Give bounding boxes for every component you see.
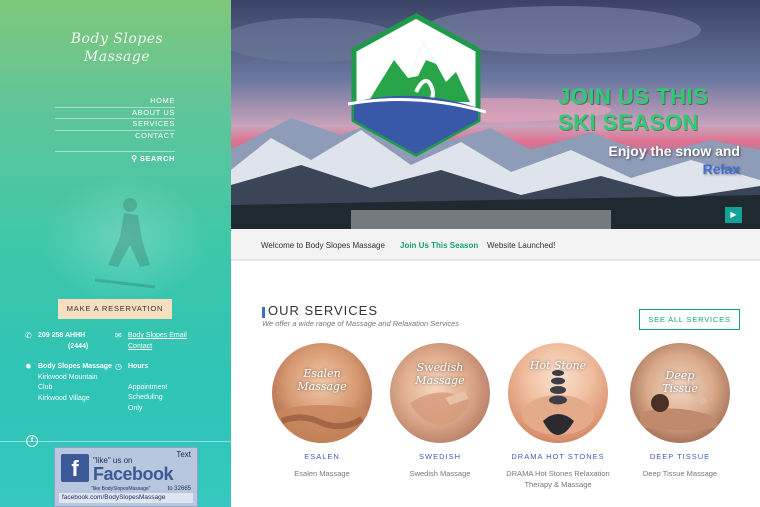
image-label-2: Massage xyxy=(297,380,347,393)
email-line-2: Contact xyxy=(128,342,153,350)
make-reservation-button[interactable]: MAKE A RESERVATION xyxy=(58,299,172,319)
image-label-1: Swedish xyxy=(416,361,464,374)
subheadline-relax: Relax xyxy=(702,161,740,177)
brand-logo[interactable]: Body Slopes Massage xyxy=(62,30,172,66)
hero-headline: JOIN US THIS SKI SEASON xyxy=(558,84,738,136)
hero-banner: JOIN US THIS SKI SEASON Enjoy the snow a… xyxy=(231,0,760,229)
mountain-hexagon-logo[interactable] xyxy=(346,12,486,157)
email-icon: ✉ xyxy=(115,331,122,340)
location-pin-icon: ✹ xyxy=(25,362,32,371)
service-description-line-2: Therapy & Massage xyxy=(524,479,592,489)
address-block: Body Slopes Massage Kirkwood Mountain Cl… xyxy=(38,362,112,404)
image-label-1: Hot Stone xyxy=(529,359,587,372)
service-card-esalen[interactable]: Esalen Massage ESALEN Esalen Massage xyxy=(270,343,374,480)
phone-ext: (2444) xyxy=(68,342,89,350)
news-ticker: Welcome to Body Slopes Massage Join Us T… xyxy=(231,229,760,261)
slider-play-button[interactable]: ▶ xyxy=(725,207,742,223)
service-card-hot-stones[interactable]: Hot Stone DRAMA HOT STONES DRAMA Hot Sto… xyxy=(506,343,610,490)
services-subtitle: We offer a wide range of Massage and Rel… xyxy=(262,319,460,328)
skier-silhouette xyxy=(94,198,156,289)
logo-line-2: Massage xyxy=(83,49,151,65)
fb-text-tag: Text xyxy=(176,450,191,459)
headline-line-1: JOIN US THIS xyxy=(558,84,709,109)
fb-url: facebook.com/BodySlopesMassage xyxy=(59,493,193,503)
address-line-3: Club xyxy=(38,384,53,391)
service-card-deep-tissue[interactable]: Deep Tissue DEEP TISSUE Deep Tissue Mass… xyxy=(628,343,732,480)
service-image-deep-tissue[interactable]: Deep Tissue xyxy=(630,343,730,443)
clock-icon: ◷ xyxy=(115,362,122,371)
service-description-line-1: Swedish Massage xyxy=(409,469,471,478)
service-image-esalen[interactable]: Esalen Massage xyxy=(272,343,372,443)
nav-home-link[interactable]: HOME xyxy=(55,96,175,107)
facebook-icon[interactable]: f xyxy=(26,435,38,447)
hours-line-1: Appointment xyxy=(128,383,168,391)
section-accent-bar xyxy=(262,307,265,318)
image-label-1: Deep xyxy=(665,369,695,382)
main-nav: HOME ABOUT US SERVICES CONTACT xyxy=(55,96,175,141)
hours-line-2: Scheduling xyxy=(128,394,163,401)
search-icon: ⚲ xyxy=(131,154,138,163)
hours-block: Hours Appointment Scheduling Only xyxy=(128,362,167,414)
hero-subheadline: Enjoy the snow and Relax xyxy=(609,142,740,178)
image-label-2: Tissue xyxy=(662,382,698,395)
fb-tagline: "like BodySlopesMassage" xyxy=(91,486,151,492)
ticker-item-website-launched[interactable]: Website Launched! xyxy=(487,241,555,250)
play-icon: ▶ xyxy=(730,210,737,219)
logo-line-1: Body Slopes xyxy=(70,31,164,47)
address-line-1: Body Slopes Massage xyxy=(38,363,112,370)
facebook-text-badge[interactable]: f Text "like" us on Facebook "like BodyS… xyxy=(54,447,198,507)
email-contact-link[interactable]: Body Slopes Email Contact xyxy=(128,331,187,352)
nav-search-button[interactable]: ⚲ SEARCH xyxy=(55,151,175,163)
service-name[interactable]: DRAMA HOT STONES xyxy=(506,452,610,461)
sidebar: Body Slopes Massage HOME ABOUT US SERVIC… xyxy=(0,0,231,507)
hours-line-3: Only xyxy=(128,404,143,412)
service-card-swedish[interactable]: Swedish Massage SWEDISH Swedish Massage xyxy=(388,343,492,480)
nav-services-link[interactable]: SERVICES xyxy=(55,118,175,130)
ticker-item-join-us[interactable]: Join Us This Season xyxy=(400,241,478,250)
service-image-swedish[interactable]: Swedish Massage xyxy=(390,343,490,443)
address-line-2: Kirkwood Mountain xyxy=(38,373,98,381)
fb-number: to 32665 xyxy=(167,486,191,492)
fb-brand-text: Facebook xyxy=(93,464,174,484)
service-image-hot-stones[interactable]: Hot Stone xyxy=(508,343,608,443)
phone-number-line: 209 258 AHHH xyxy=(38,332,86,339)
services-title: OUR SERVICES xyxy=(268,303,379,318)
service-description-line-1: Deep Tissue Massage xyxy=(642,469,718,478)
address-line-4: Kirkwood Village xyxy=(38,394,90,402)
service-name[interactable]: DEEP TISSUE xyxy=(628,452,732,461)
phone-icon: ✆ xyxy=(25,331,32,340)
ticker-item-welcome[interactable]: Welcome to Body Slopes Massage xyxy=(261,241,385,250)
image-label-1: Esalen xyxy=(303,367,341,380)
phone-number[interactable]: 209 258 AHHH (2444) xyxy=(38,331,88,352)
service-description-line-1: Esalen Massage xyxy=(294,469,350,478)
image-label-2: Massage xyxy=(415,374,465,387)
nav-contact-link[interactable]: CONTACT xyxy=(55,129,175,142)
facebook-logo-icon: f xyxy=(61,454,89,482)
service-description-line-1: DRAMA Hot Stones Relaxation xyxy=(506,469,610,478)
subheadline-line-1: Enjoy the snow and xyxy=(608,143,740,159)
service-name[interactable]: SWEDISH xyxy=(388,452,492,461)
see-all-services-button[interactable]: SEE ALL SERVICES xyxy=(639,309,740,330)
nav-about-link[interactable]: ABOUT US xyxy=(55,106,175,119)
hours-title: Hours xyxy=(128,363,149,370)
service-name[interactable]: ESALEN xyxy=(270,452,374,461)
search-label: SEARCH xyxy=(139,154,175,163)
email-line-1: Body Slopes Email xyxy=(128,332,187,339)
headline-line-2: SKI SEASON xyxy=(558,110,699,135)
